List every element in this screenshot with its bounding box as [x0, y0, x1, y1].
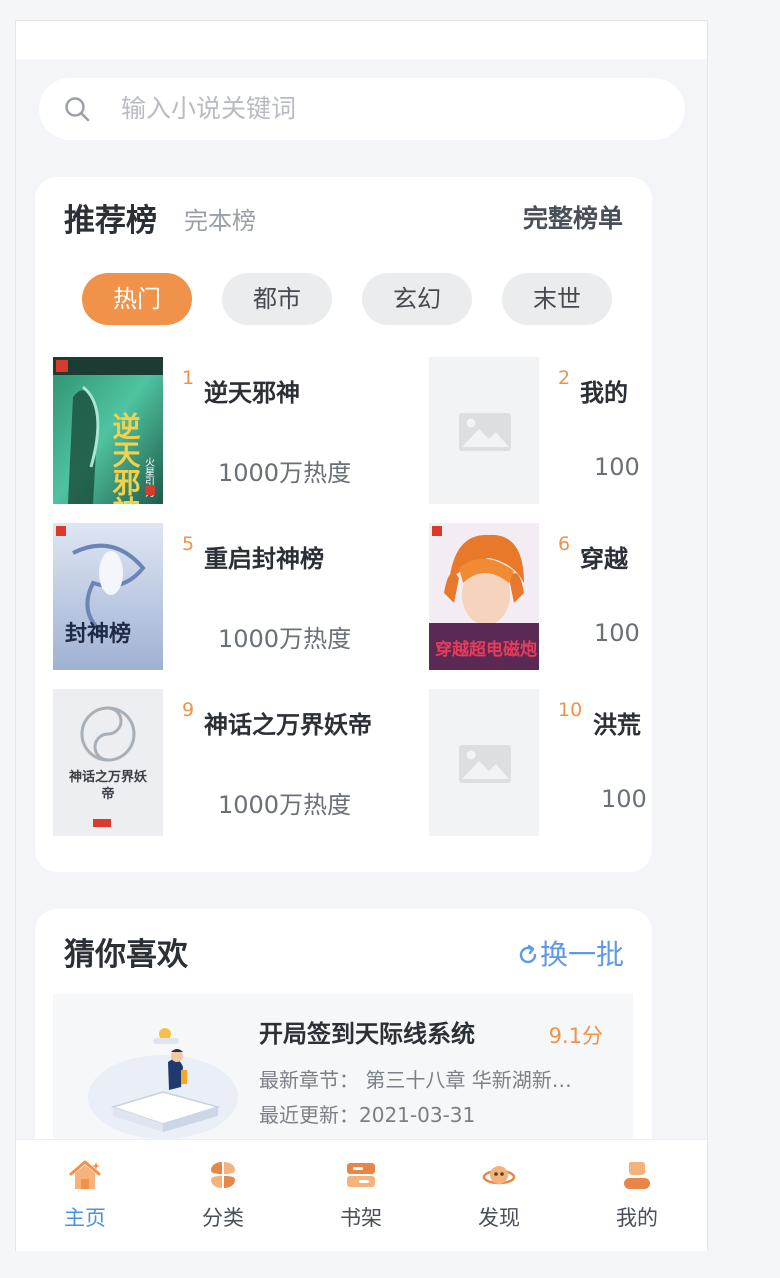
book-item[interactable]: 神话之万界妖帝 9 神话之万界妖帝 1000万热度: [53, 689, 429, 837]
book-heat: 100: [594, 453, 640, 481]
nav-bookshelf[interactable]: 书架: [292, 1140, 430, 1251]
last-updated: 最近更新：2021-03-31: [259, 1103, 476, 1127]
book-title: 我的: [580, 379, 628, 407]
book-cover: 封神榜: [53, 523, 163, 670]
book-item[interactable]: 封神榜 5 重启封神榜 1000万热度: [53, 523, 429, 671]
rank-number: 9: [182, 699, 195, 721]
book-item[interactable]: 逆天邪神 火星引力 1 逆天邪神 1000万热度: [53, 357, 429, 505]
latest-chapter: 最新章节： 第三十八章 华新湖新…: [259, 1068, 572, 1092]
nav-label: 我的: [616, 1206, 658, 1230]
book-item[interactable]: 10 洪荒 100: [429, 689, 652, 837]
top-bar: [16, 21, 707, 59]
image-placeholder-icon: [429, 689, 539, 836]
book-title: 重启封神榜: [204, 545, 324, 573]
book-heat: 1000万热度: [218, 791, 352, 819]
refresh-label: 换一批: [539, 938, 624, 971]
cover-title-text: 穿越超电磁炮: [435, 639, 537, 660]
book-heat: 100: [594, 619, 640, 647]
cover-title-text: 神话之万界妖帝: [68, 770, 147, 802]
book-title: 神话之万界妖帝: [204, 711, 372, 739]
book-heat: 1000万热度: [218, 459, 352, 487]
tab-apocalypse[interactable]: 末世: [502, 273, 612, 325]
nav-category[interactable]: 分类: [154, 1140, 292, 1251]
book-heat: 1000万热度: [218, 625, 352, 653]
bottom-navigation: 主页 分类 书架 发现 我的: [16, 1139, 707, 1251]
refresh-button[interactable]: 换一批: [516, 933, 624, 973]
book-cover-placeholder: [429, 689, 539, 836]
ranking-title[interactable]: 推荐榜: [64, 195, 157, 240]
discover-icon: [482, 1166, 516, 1185]
nav-label: 主页: [64, 1206, 106, 1230]
nav-home[interactable]: 主页: [16, 1140, 154, 1251]
search-icon: [65, 97, 90, 122]
tab-city[interactable]: 都市: [222, 273, 332, 325]
book-heat: 100: [601, 785, 647, 813]
book-item[interactable]: 2 我的 100: [429, 357, 652, 505]
ranking-subtitle-tab[interactable]: 完本榜: [184, 201, 256, 236]
rank-number: 5: [182, 533, 195, 555]
book-score: 9.1分: [548, 1024, 603, 1048]
app-screen: 输入小说关键词 推荐榜 完本榜 完整榜单 热门 都市 玄幻 末世 逆天邪神 火星…: [15, 20, 708, 1251]
ranking-card: 推荐榜 完本榜 完整榜单 热门 都市 玄幻 末世 逆天邪神 火星引力 1 逆天邪…: [35, 177, 652, 872]
rank-number: 6: [558, 533, 571, 555]
bookshelf-icon: [347, 1163, 375, 1187]
rank-number: 1: [182, 367, 195, 389]
book-cover: 神话之万界妖帝: [53, 689, 163, 836]
cover-title-text: 逆天邪神: [109, 411, 142, 504]
full-ranking-link[interactable]: 完整榜单: [523, 199, 623, 235]
recommended-book-title: 开局签到天际线系统: [259, 1020, 475, 1048]
book-title: 逆天邪神: [204, 379, 300, 407]
book-title: 洪荒: [593, 711, 641, 739]
nav-label: 发现: [478, 1206, 520, 1230]
tab-fantasy[interactable]: 玄幻: [362, 273, 472, 325]
rank-number: 10: [558, 699, 583, 721]
category-icon: [211, 1162, 235, 1188]
nav-discover[interactable]: 发现: [430, 1140, 568, 1251]
image-placeholder-icon: [429, 357, 539, 504]
reading-illustration: [88, 1028, 238, 1139]
refresh-icon: [519, 944, 537, 964]
search-bar[interactable]: 输入小说关键词: [39, 78, 685, 140]
book-cover: 穿越超电磁炮: [429, 523, 539, 670]
nav-label: 分类: [202, 1206, 244, 1230]
book-item[interactable]: 穿越超电磁炮 6 穿越 100: [429, 523, 652, 671]
book-title: 穿越: [580, 545, 628, 573]
cover-title-text: 封神榜: [65, 621, 131, 647]
recommendation-title: 猜你喜欢: [64, 937, 188, 973]
home-icon: [69, 1160, 101, 1189]
nav-profile[interactable]: 我的: [568, 1140, 706, 1251]
profile-icon: [624, 1162, 650, 1189]
book-cover: 逆天邪神 火星引力: [53, 357, 163, 504]
tab-hot[interactable]: 热门: [82, 273, 192, 325]
search-placeholder: 输入小说关键词: [121, 94, 297, 123]
rank-number: 2: [558, 367, 571, 389]
nav-label: 书架: [340, 1206, 382, 1230]
book-cover-placeholder: [429, 357, 539, 504]
